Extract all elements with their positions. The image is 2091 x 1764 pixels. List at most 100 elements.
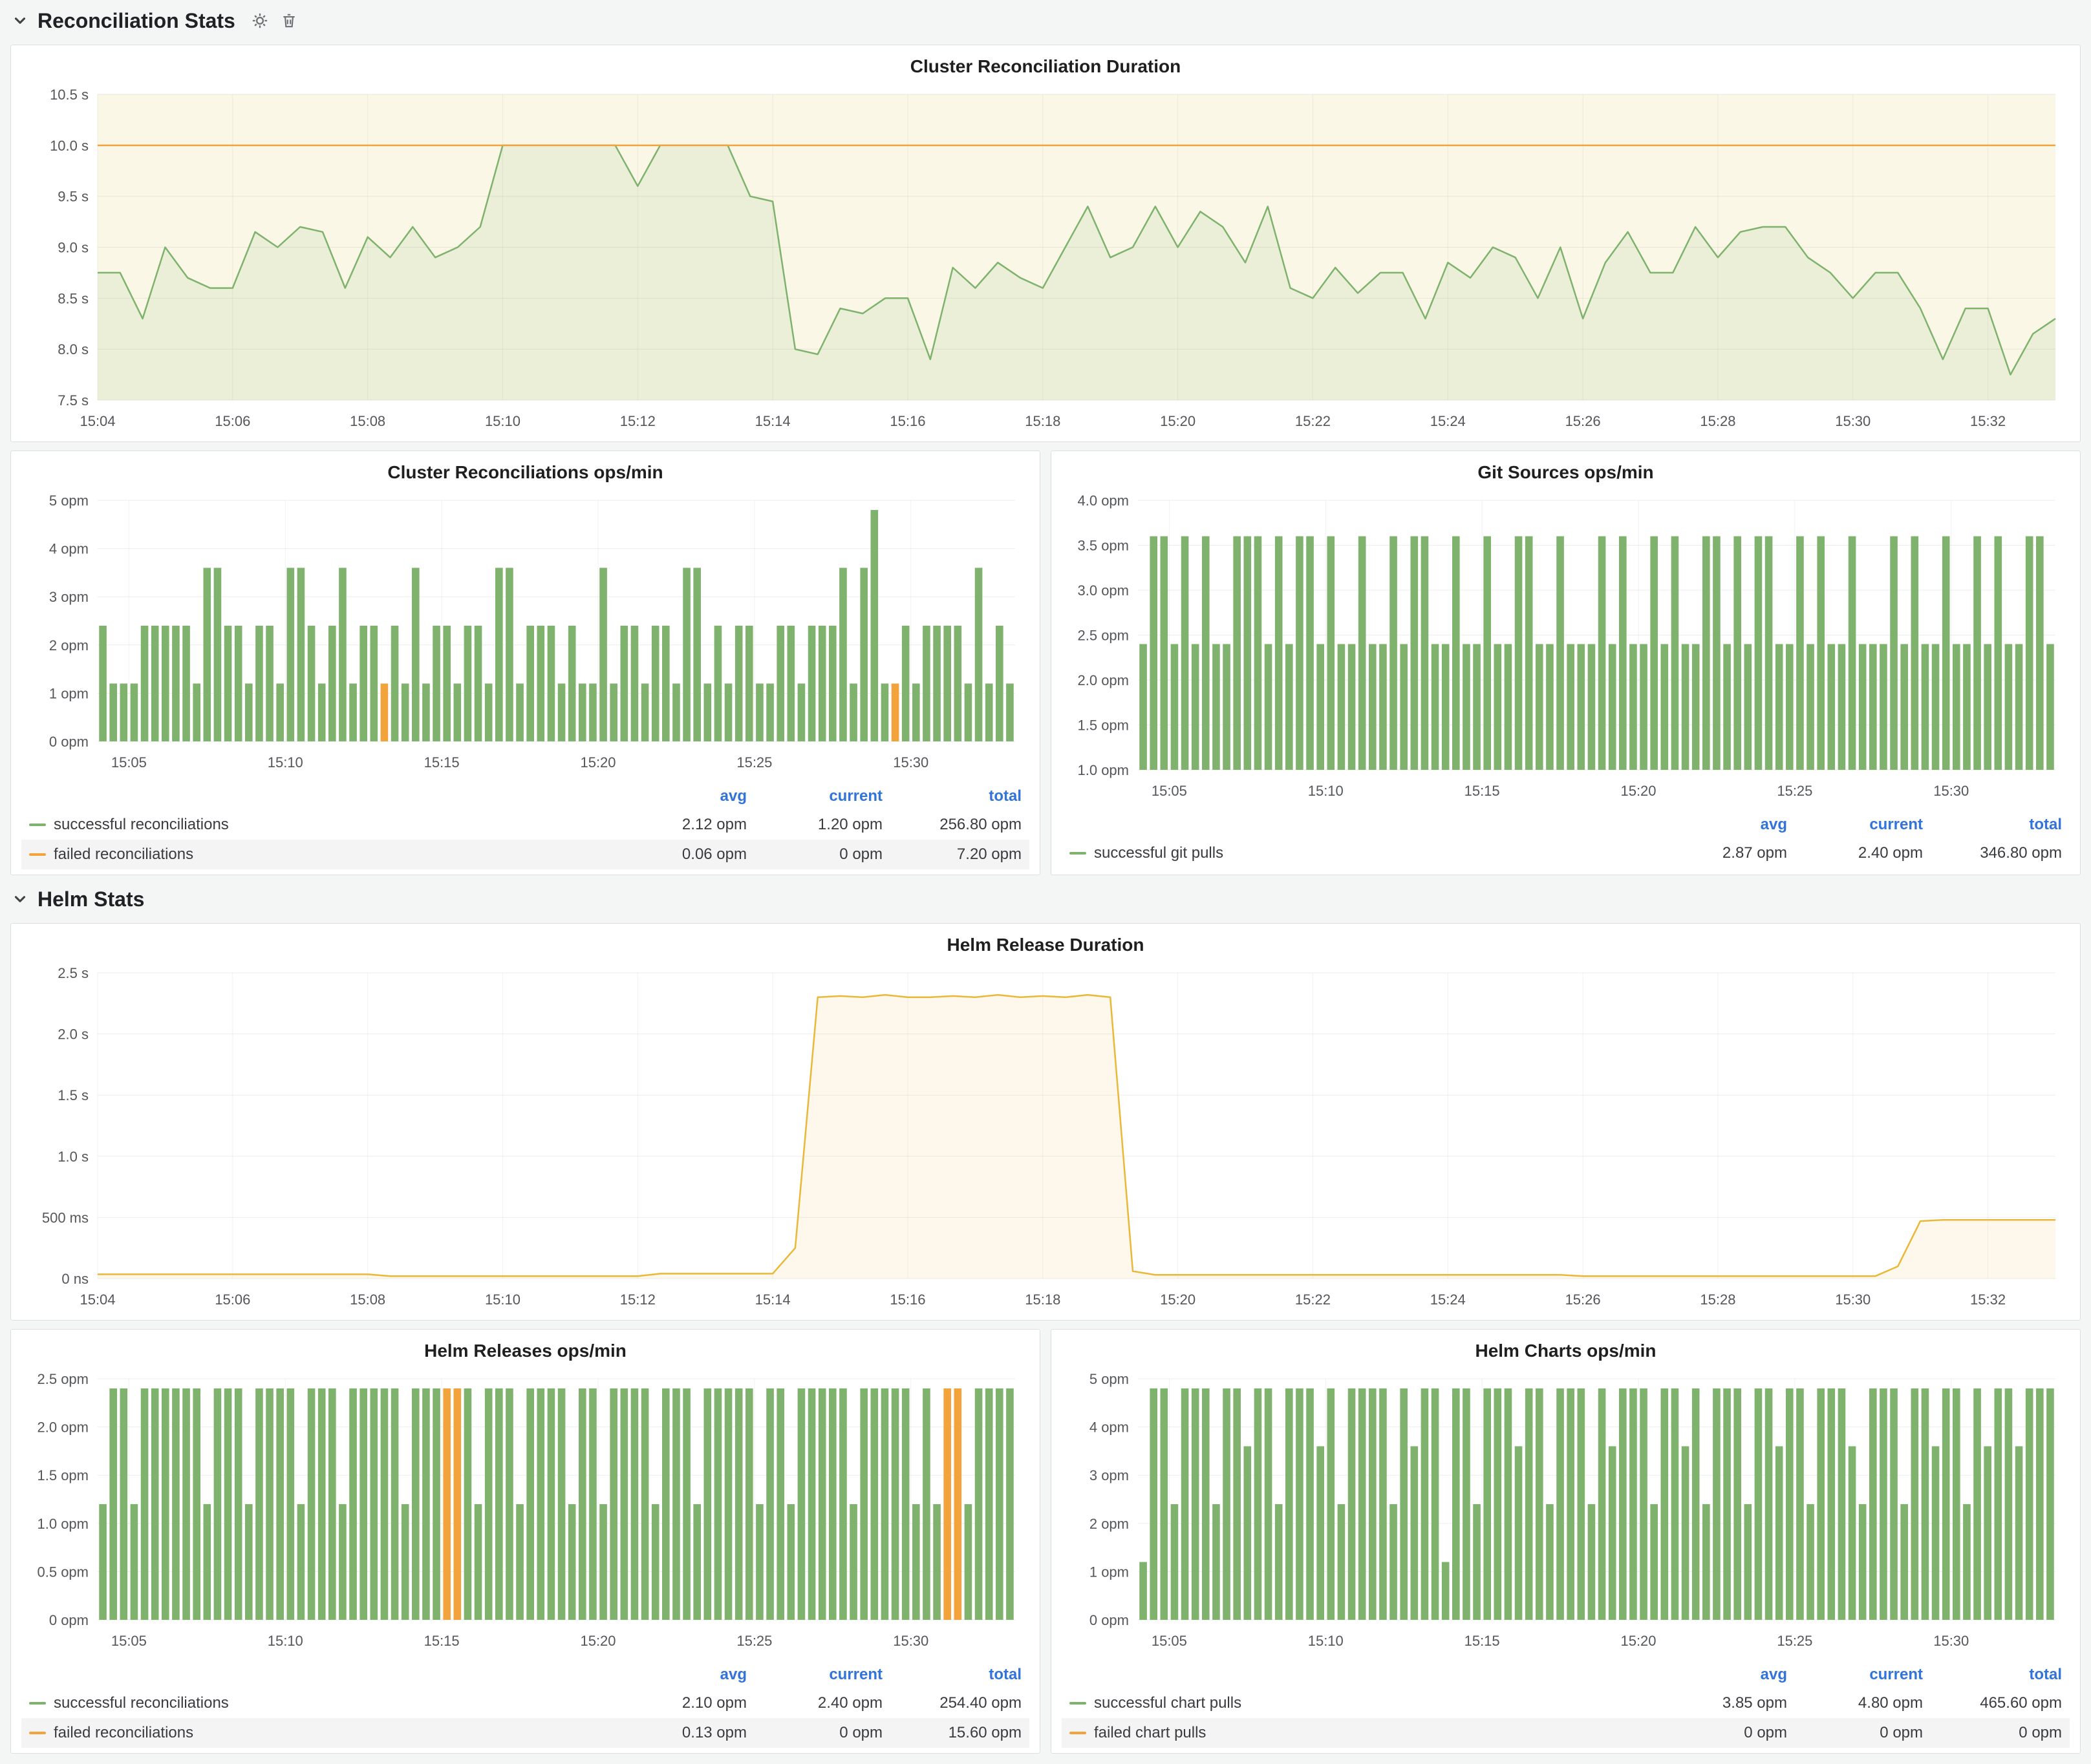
svg-text:2.0 s: 2.0 s — [58, 1026, 89, 1043]
svg-text:15:24: 15:24 — [1430, 413, 1466, 429]
svg-text:15:05: 15:05 — [111, 754, 147, 770]
svg-text:15:32: 15:32 — [1970, 413, 2006, 429]
series-name[interactable]: failed reconciliations — [54, 1723, 193, 1743]
svg-text:4.0 opm: 4.0 opm — [1078, 493, 1130, 509]
panel-row-helm: Helm Releases ops/min 15:05 15:10 15:15 15:… — [10, 1329, 2081, 1754]
svg-text:9.5 s: 9.5 s — [58, 189, 89, 205]
panel-title[interactable]: Cluster Reconciliation Duration — [21, 52, 2070, 84]
svg-text:15:28: 15:28 — [1700, 413, 1735, 429]
svg-text:15:10: 15:10 — [1308, 1633, 1344, 1649]
panel-title[interactable]: Helm Releases ops/min — [21, 1336, 1029, 1368]
legend-value: 2.40 opm — [1787, 844, 1923, 863]
gear-icon[interactable] — [251, 12, 269, 30]
panel-cluster-reconciliation-duration: Cluster Reconciliation Duration 15:0415:… — [10, 45, 2081, 442]
series-name[interactable]: failed reconciliations — [54, 845, 193, 864]
svg-text:0 opm: 0 opm — [49, 1612, 89, 1628]
legend-column-current[interactable]: current — [747, 1665, 883, 1684]
legend-value: 2.40 opm — [747, 1694, 883, 1713]
legend-column-total[interactable]: total — [1923, 1665, 2062, 1684]
legend-column-total[interactable]: total — [1923, 815, 2062, 834]
panel-row-reconciliation: Cluster Reconciliations ops/min 15:0515:… — [10, 451, 2081, 875]
panel-title[interactable]: Cluster Reconciliations ops/min — [21, 458, 1029, 490]
legend-series: failed reconciliations — [29, 845, 611, 864]
legend-value: 346.80 opm — [1923, 844, 2062, 863]
legend-header: avgcurrenttotal — [21, 784, 1029, 810]
svg-text:1.0 opm: 1.0 opm — [1078, 762, 1130, 778]
legend-column-current[interactable]: current — [1787, 815, 1923, 834]
svg-text:15:12: 15:12 — [620, 1291, 656, 1308]
legend-value: 0.06 opm — [611, 845, 747, 864]
svg-text:15:30: 15:30 — [893, 1633, 928, 1649]
svg-text:15:05: 15:05 — [1152, 783, 1187, 799]
section-header-reconciliation-stats[interactable]: Reconciliation Stats — [10, 5, 2081, 36]
svg-text:1.0 s: 1.0 s — [58, 1149, 89, 1165]
svg-text:3.0 opm: 3.0 opm — [1078, 582, 1130, 599]
helm-charts-opm-chart[interactable]: 15:0515:1015:1515:2015:2515:300 opm1 opm… — [1062, 1368, 2070, 1656]
svg-text:1 opm: 1 opm — [1089, 1564, 1129, 1580]
legend-value: 3.85 opm — [1651, 1694, 1787, 1713]
series-name[interactable]: successful reconciliations — [54, 815, 229, 834]
cluster-reconciliation-duration-chart[interactable]: 15:0415:0615:0815:1015:1215:1415:1615:18… — [21, 84, 2070, 436]
legend-row: failed chart pulls0 opm0 opm0 opm — [1062, 1718, 2070, 1748]
svg-text:7.5 s: 7.5 s — [58, 392, 89, 409]
svg-text:15:05: 15:05 — [111, 1633, 147, 1649]
svg-text:15:30: 15:30 — [1835, 413, 1871, 429]
svg-text:15:15: 15:15 — [1464, 1633, 1500, 1649]
series-color-icon — [29, 853, 46, 856]
legend-column-current[interactable]: current — [1787, 1665, 1923, 1684]
helm-releases-opm-chart[interactable]: 15:0515:1015:1515:2015:2515:300 opm0.5 o… — [21, 1368, 1029, 1656]
legend-column-current[interactable]: current — [747, 787, 883, 806]
panel-cluster-reconciliations-opm: Cluster Reconciliations ops/min 15:0515:… — [10, 451, 1040, 875]
legend-column-avg[interactable]: avg — [1651, 1665, 1787, 1684]
svg-text:15:08: 15:08 — [350, 1291, 385, 1308]
legend-column-avg[interactable]: avg — [611, 1665, 747, 1684]
svg-text:15:22: 15:22 — [1295, 413, 1331, 429]
helm-release-duration-chart[interactable]: 15:0415:0615:0815:1015:1215:1415:1615:18… — [21, 962, 2070, 1315]
legend-value: 15.60 opm — [883, 1723, 1022, 1743]
series-color-icon — [1069, 1732, 1086, 1734]
trash-icon[interactable] — [281, 12, 297, 29]
panel-title[interactable]: Helm Charts ops/min — [1062, 1336, 2070, 1368]
svg-text:15:15: 15:15 — [424, 1633, 460, 1649]
git-sources-opm-chart[interactable]: 15:0515:1015:1515:2015:2515:301.0 opm1.5… — [1062, 490, 2070, 806]
svg-text:15:20: 15:20 — [580, 1633, 616, 1649]
legend-column-total[interactable]: total — [883, 1665, 1022, 1684]
panel-helm-charts-opm: Helm Charts ops/min 15:0515:1015:1515:20… — [1051, 1329, 2081, 1754]
svg-text:1.5 opm: 1.5 opm — [1078, 717, 1130, 734]
svg-text:1 opm: 1 opm — [49, 685, 89, 701]
panel-title[interactable]: Git Sources ops/min — [1062, 458, 2070, 490]
svg-text:1.5 s: 1.5 s — [58, 1087, 89, 1103]
legend-header: avgcurrenttotal — [21, 1663, 1029, 1688]
series-name[interactable]: successful chart pulls — [1094, 1694, 1241, 1713]
svg-text:9.0 s: 9.0 s — [58, 240, 89, 256]
svg-text:15:30: 15:30 — [893, 754, 928, 770]
svg-text:1.5 opm: 1.5 opm — [38, 1467, 89, 1483]
section-header-helm-stats[interactable]: Helm Stats — [10, 884, 2081, 915]
svg-text:0 ns: 0 ns — [61, 1271, 89, 1287]
legend-column-avg[interactable]: avg — [1651, 815, 1787, 834]
svg-text:15:30: 15:30 — [1835, 1291, 1871, 1308]
svg-text:15:10: 15:10 — [268, 1633, 303, 1649]
svg-text:1.0 opm: 1.0 opm — [38, 1516, 89, 1532]
series-name[interactable]: successful reconciliations — [54, 1694, 229, 1713]
series-name[interactable]: successful git pulls — [1094, 844, 1223, 863]
legend-value: 7.20 opm — [883, 845, 1022, 864]
svg-text:2.0 opm: 2.0 opm — [1078, 672, 1130, 688]
svg-text:15:15: 15:15 — [1464, 783, 1500, 799]
svg-text:0.5 opm: 0.5 opm — [38, 1564, 89, 1580]
series-color-icon — [29, 824, 46, 826]
legend: avgcurrenttotalsuccessful git pulls2.87 … — [1062, 813, 2070, 868]
series-name[interactable]: failed chart pulls — [1094, 1723, 1206, 1743]
legend-value: 2.12 opm — [611, 815, 747, 834]
chevron-down-icon — [12, 12, 28, 29]
cluster-reconciliations-opm-chart[interactable]: 15:0515:1015:1515:2015:2515:300 opm1 opm… — [21, 490, 1029, 778]
svg-text:15:25: 15:25 — [1777, 783, 1812, 799]
legend-header: avgcurrenttotal — [1062, 1663, 2070, 1688]
legend-series: successful reconciliations — [29, 815, 611, 834]
legend-column-total[interactable]: total — [883, 787, 1022, 806]
svg-text:5 opm: 5 opm — [49, 493, 89, 509]
svg-text:2.5 opm: 2.5 opm — [1078, 628, 1130, 644]
svg-text:15:20: 15:20 — [580, 754, 616, 770]
panel-title[interactable]: Helm Release Duration — [21, 930, 2070, 962]
legend-column-avg[interactable]: avg — [611, 787, 747, 806]
